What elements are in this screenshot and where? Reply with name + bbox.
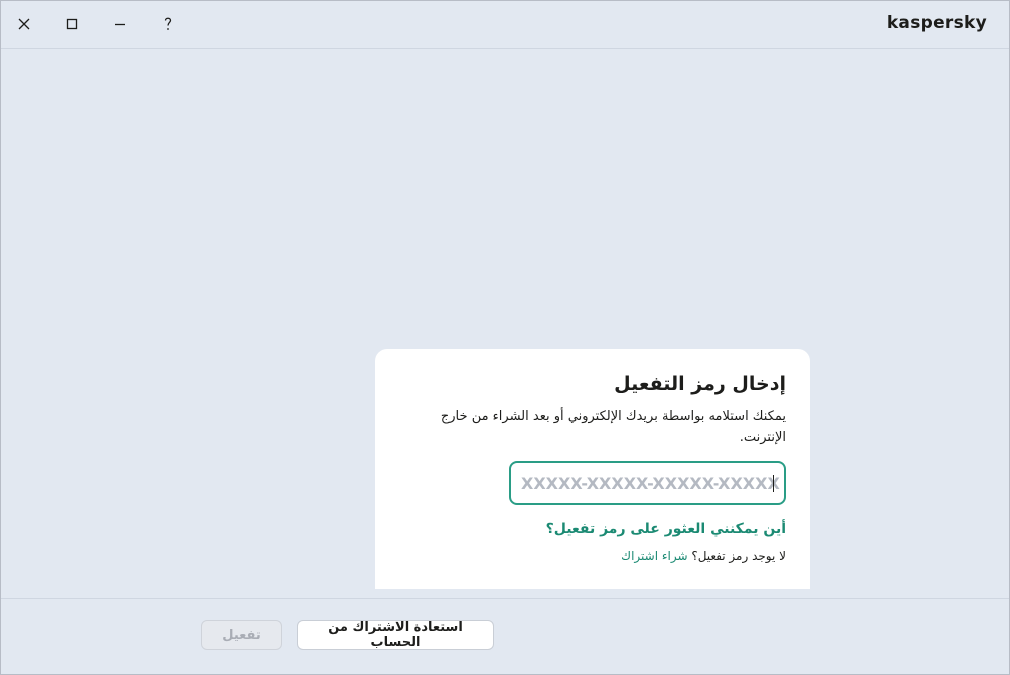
activation-title: إدخال رمز التفعيل	[614, 373, 786, 395]
activation-code-field[interactable]	[509, 461, 786, 505]
activation-card: إدخال رمز التفعيل يمكنك استلامه بواسطة ب…	[375, 349, 810, 589]
restore-subscription-button[interactable]: استعادة الاشتراك من الحساب	[297, 620, 494, 650]
help-button[interactable]	[153, 9, 183, 39]
activate-button[interactable]: تفعيل	[201, 620, 282, 650]
no-code-text: لا يوجد رمز تفعيل؟	[691, 549, 786, 563]
minimize-icon	[115, 23, 125, 26]
minimize-button[interactable]	[105, 9, 135, 39]
help-icon	[164, 17, 172, 30]
buy-subscription-link[interactable]: شراء اشتراك	[621, 549, 687, 563]
title-bar: kaspersky	[1, 1, 1009, 49]
maximize-icon	[66, 18, 78, 30]
kaspersky-logo: kaspersky	[886, 13, 987, 33]
no-code-line: لا يوجد رمز تفعيل؟ شراء اشتراك	[621, 549, 786, 563]
text-caret	[773, 475, 774, 492]
close-icon	[18, 18, 30, 30]
app-window: kaspersky إدخال رمز التفعيل يمكنك استلام…	[0, 0, 1010, 675]
footer-bar: استعادة الاشتراك من الحساب تفعيل	[1, 598, 1009, 674]
find-code-link[interactable]: أين يمكنني العثور على رمز تفعيل؟	[546, 521, 786, 537]
close-button[interactable]	[9, 9, 39, 39]
activation-description: يمكنك استلامه بواسطة بريدك الإلكتروني أو…	[440, 409, 786, 445]
activation-code-input[interactable]	[511, 463, 783, 503]
maximize-button[interactable]	[57, 9, 87, 39]
